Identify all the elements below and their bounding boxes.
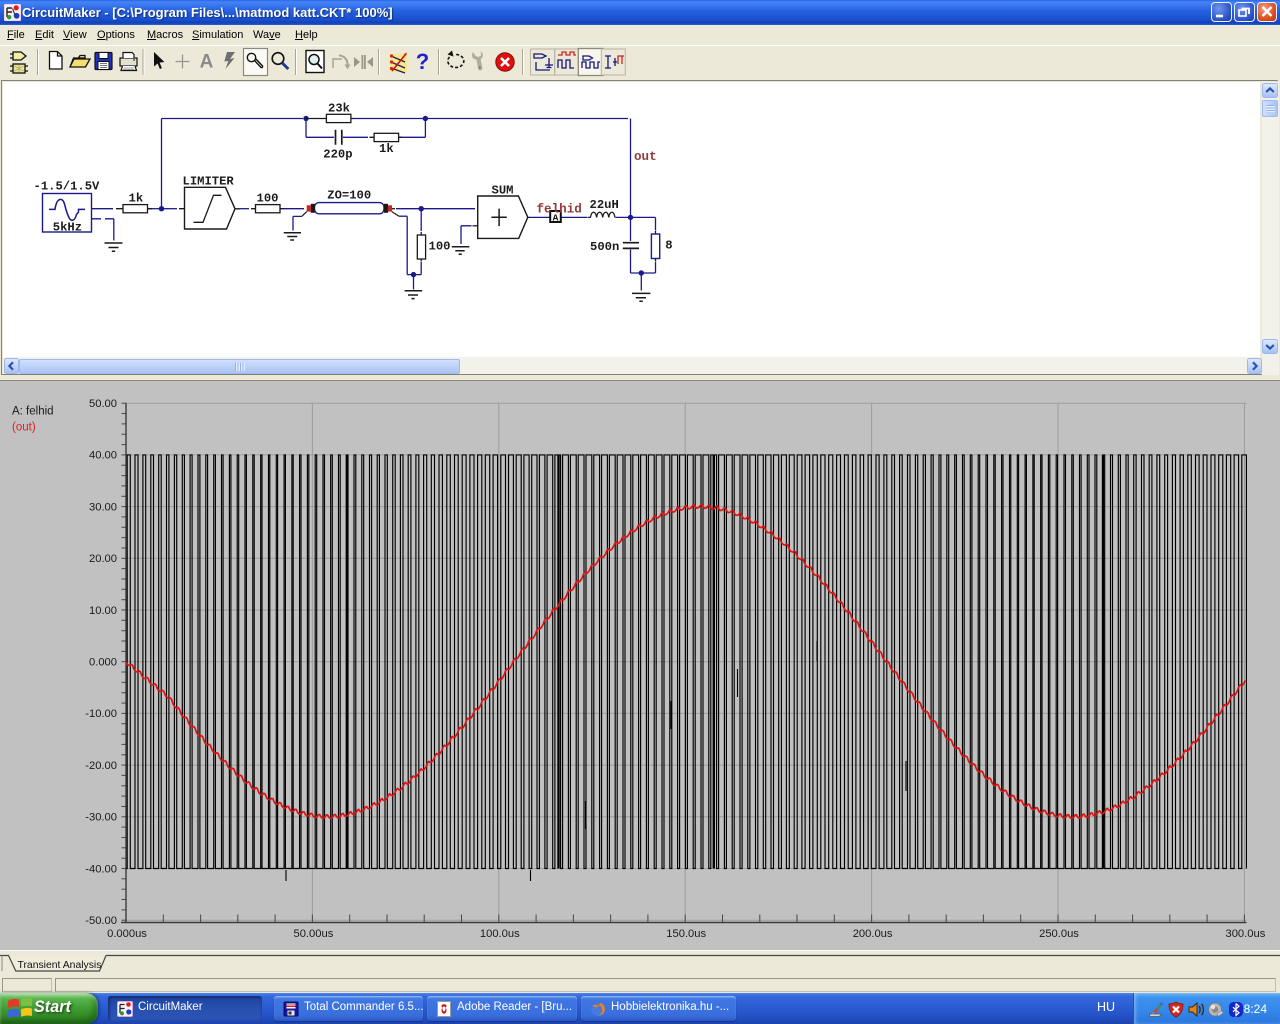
svg-text:(out): (out) [12, 422, 36, 434]
svg-text:100: 100 [429, 239, 451, 253]
svg-text:A: A [200, 52, 214, 73]
svg-text:-50.00: -50.00 [85, 915, 117, 927]
svg-text:-40.00: -40.00 [85, 863, 117, 875]
svg-text:SUM: SUM [492, 183, 514, 197]
svg-text:-10.00: -10.00 [85, 708, 117, 720]
svg-text:?: ? [416, 49, 429, 74]
svg-text:Transient Analysis: Transient Analysis [18, 960, 102, 971]
svg-text:30.00: 30.00 [89, 501, 117, 513]
svg-text:100: 100 [257, 191, 279, 205]
svg-text:220p: 220p [323, 147, 352, 161]
svg-text:1k: 1k [379, 142, 394, 156]
svg-text:250.0us: 250.0us [1039, 928, 1079, 940]
svg-text:0.000: 0.000 [89, 657, 117, 669]
svg-text:22uH: 22uH [590, 198, 619, 212]
svg-text:out: out [634, 150, 657, 164]
svg-text:felhid: felhid [537, 202, 582, 216]
svg-text:20.00: 20.00 [89, 553, 117, 565]
svg-text:150.0us: 150.0us [666, 928, 706, 940]
svg-text:-1.5/1.5V: -1.5/1.5V [34, 179, 101, 193]
svg-text:100.0us: 100.0us [480, 928, 520, 940]
svg-text:50.00us: 50.00us [293, 928, 333, 940]
svg-text:0.000us: 0.000us [107, 928, 147, 940]
svg-text:-20.00: -20.00 [85, 760, 117, 772]
svg-text:ZO=100: ZO=100 [327, 189, 371, 203]
svg-text:50.00: 50.00 [89, 398, 117, 410]
svg-text:200.0us: 200.0us [853, 928, 893, 940]
svg-text:5kHz: 5kHz [53, 220, 82, 234]
svg-text:10.00: 10.00 [89, 605, 117, 617]
svg-text:-30.00: -30.00 [85, 812, 117, 824]
svg-text:LIMITER: LIMITER [183, 175, 235, 189]
svg-text:40.00: 40.00 [89, 450, 117, 462]
svg-text:8: 8 [665, 239, 672, 253]
svg-text:500n: 500n [590, 240, 619, 254]
svg-text:1k: 1k [129, 191, 144, 205]
svg-text:300.0us: 300.0us [1225, 928, 1265, 940]
svg-text:23k: 23k [328, 101, 350, 115]
svg-text:A: felhid: A: felhid [12, 406, 54, 418]
